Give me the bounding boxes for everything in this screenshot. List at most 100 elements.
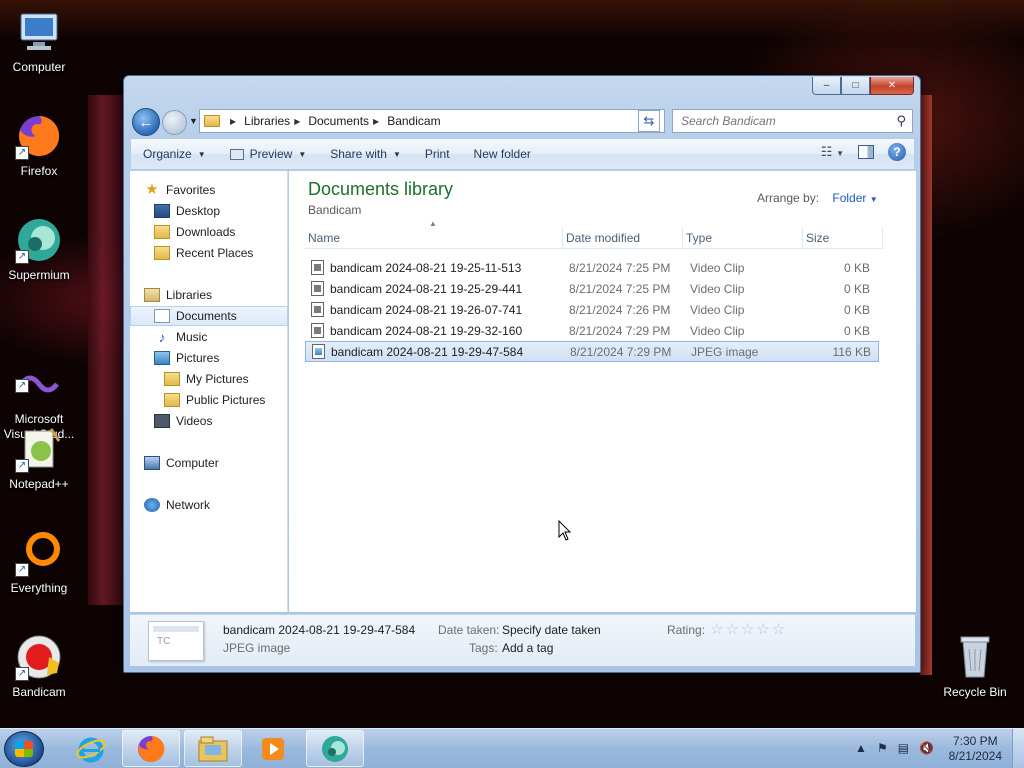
- folder-icon: [204, 115, 220, 127]
- refresh-button[interactable]: ⇆: [638, 110, 660, 132]
- system-clock[interactable]: 7:30 PM 8/21/2024: [949, 734, 1002, 764]
- column-header-name[interactable]: Name: [305, 227, 563, 249]
- search-input[interactable]: [681, 114, 891, 128]
- nav-recent-places[interactable]: Recent Places: [130, 243, 288, 263]
- breadcrumb-separator-icon[interactable]: ▶: [230, 117, 236, 126]
- shortcut-arrow-icon: ↗: [15, 667, 29, 681]
- close-button[interactable]: ✕: [870, 77, 914, 95]
- desktop-icon-firefox[interactable]: ↗ Firefox: [1, 112, 77, 179]
- minimize-button[interactable]: –: [812, 77, 841, 95]
- nav-downloads[interactable]: Downloads: [130, 222, 288, 242]
- navigation-bar: ← ▼ ▶ Libraries ▶ Documents ▶ Bandicam ▼…: [132, 107, 913, 136]
- details-file-name: bandicam 2024-08-21 19-29-47-584: [223, 623, 416, 637]
- nav-documents[interactable]: Documents: [130, 306, 288, 326]
- file-size: 0 KB: [843, 281, 870, 296]
- share-with-menu[interactable]: Share with ▼: [318, 139, 413, 169]
- file-name: bandicam 2024-08-21 19-29-47-584: [331, 344, 524, 359]
- breadcrumb-documents[interactable]: Documents: [308, 114, 369, 128]
- nav-music[interactable]: ♪ Music: [130, 327, 288, 347]
- folder-icon: [164, 393, 180, 407]
- nav-network[interactable]: Network: [130, 495, 288, 515]
- search-box[interactable]: ⚲: [672, 109, 913, 133]
- taskbar-internet-explorer[interactable]: [62, 730, 120, 767]
- breadcrumb-separator-icon[interactable]: ▶: [373, 117, 379, 126]
- chevron-down-icon: ▼: [836, 149, 844, 158]
- mouse-cursor-icon: [558, 520, 572, 541]
- start-button[interactable]: [4, 731, 44, 767]
- nav-label: Desktop: [176, 204, 221, 218]
- column-header-type[interactable]: Type: [683, 227, 803, 249]
- nav-label: My Pictures: [186, 372, 249, 386]
- desktop-icon-supermium[interactable]: ↗ Supermium: [1, 216, 77, 283]
- volume-muted-icon[interactable]: 🔇: [919, 741, 934, 755]
- desktop-icon-everything[interactable]: ↗ Everything: [1, 529, 77, 596]
- nav-computer[interactable]: Computer: [130, 453, 288, 473]
- date-taken-value[interactable]: Specify date taken: [502, 623, 601, 637]
- video-file-icon: [311, 281, 324, 296]
- taskbar-firefox[interactable]: [122, 730, 180, 767]
- computer-icon: [144, 456, 160, 470]
- nav-favorites[interactable]: ★ Favorites: [130, 180, 288, 200]
- file-row[interactable]: bandicam 2024-08-21 19-25-29-441 8/21/202…: [305, 278, 879, 299]
- documents-icon: [154, 309, 170, 323]
- file-row[interactable]: bandicam 2024-08-21 19-29-32-160 8/21/202…: [305, 320, 879, 341]
- address-bar[interactable]: ▶ Libraries ▶ Documents ▶ Bandicam ▼: [199, 109, 665, 133]
- taskbar-windows-explorer[interactable]: [184, 730, 242, 767]
- desktop-icon-recycle-bin[interactable]: Recycle Bin: [937, 633, 1013, 700]
- rating-stars[interactable]: ☆☆☆☆☆: [710, 622, 787, 637]
- action-center-flag-icon[interactable]: ⚑: [877, 741, 888, 755]
- details-pane: bandicam 2024-08-21 19-29-47-584 JPEG im…: [130, 614, 915, 666]
- computer-icon: [15, 8, 63, 56]
- file-date-modified: 8/21/2024 7:25 PM: [569, 281, 671, 296]
- print-button[interactable]: Print: [413, 139, 462, 169]
- breadcrumb-libraries[interactable]: Libraries: [244, 114, 290, 128]
- column-header-date-modified[interactable]: Date modified: [563, 227, 683, 249]
- taskbar-media-player[interactable]: [244, 730, 302, 767]
- forward-button[interactable]: [162, 110, 187, 135]
- nav-pictures[interactable]: Pictures: [130, 348, 288, 368]
- file-row[interactable]: bandicam 2024-08-21 19-26-07-741 8/21/202…: [305, 299, 879, 320]
- pictures-icon: [154, 351, 170, 365]
- nav-desktop[interactable]: Desktop: [130, 201, 288, 221]
- preview-pane-toggle[interactable]: [858, 145, 874, 159]
- desktop-icon-computer[interactable]: Computer: [1, 8, 77, 75]
- file-name: bandicam 2024-08-21 19-25-29-441: [330, 281, 523, 296]
- nav-label: Music: [176, 330, 208, 344]
- music-note-icon: ♪: [158, 329, 166, 345]
- maximize-button[interactable]: □: [841, 77, 870, 95]
- show-hidden-icons-button[interactable]: ▲: [855, 741, 867, 755]
- file-list-pane: Documents library Bandicam Arrange by: F…: [289, 171, 916, 612]
- column-header-size[interactable]: Size: [803, 227, 883, 249]
- change-view-button[interactable]: ☷ ▼: [821, 144, 844, 160]
- show-desktop-button[interactable]: [1012, 729, 1024, 768]
- library-subtitle: Bandicam: [308, 203, 362, 217]
- breadcrumb-separator-icon[interactable]: ▶: [294, 117, 300, 126]
- desktop-icon: [154, 204, 170, 218]
- taskbar-supermium[interactable]: [306, 730, 364, 767]
- file-size: 0 KB: [843, 323, 870, 338]
- caption-buttons: – □ ✕: [812, 77, 914, 95]
- breadcrumb-bandicam[interactable]: Bandicam: [387, 114, 440, 128]
- desktop-icon-bandicam[interactable]: ↗ Bandicam: [1, 633, 77, 700]
- nav-videos[interactable]: Videos: [130, 411, 288, 431]
- recent-pages-dropdown[interactable]: ▼: [189, 116, 198, 126]
- nav-label: Libraries: [166, 288, 213, 302]
- tags-value[interactable]: Add a tag: [502, 641, 553, 655]
- arrange-by-dropdown[interactable]: Folder ▼: [832, 191, 877, 205]
- nav-libraries[interactable]: Libraries: [130, 285, 288, 305]
- help-button[interactable]: ?: [888, 143, 906, 161]
- supermium-icon: ↗: [15, 216, 63, 264]
- desktop-icon-notepadpp[interactable]: ↗ Notepad++: [1, 425, 77, 492]
- file-row[interactable]: bandicam 2024-08-21 19-25-11-513 8/21/202…: [305, 257, 879, 278]
- new-folder-button[interactable]: New folder: [462, 139, 543, 169]
- network-status-icon[interactable]: ▤: [898, 741, 909, 755]
- preview-menu[interactable]: Preview ▼: [218, 139, 319, 169]
- search-icon[interactable]: ⚲: [896, 113, 906, 129]
- nav-my-pictures[interactable]: My Pictures: [130, 369, 288, 389]
- shortcut-arrow-icon: ↗: [15, 379, 29, 393]
- organize-menu[interactable]: Organize ▼: [131, 139, 218, 169]
- file-row[interactable]: bandicam 2024-08-21 19-29-47-584 8/21/202…: [305, 341, 879, 362]
- back-button[interactable]: ←: [132, 108, 160, 136]
- nav-public-pictures[interactable]: Public Pictures: [130, 390, 288, 410]
- chevron-down-icon: ▼: [197, 149, 206, 159]
